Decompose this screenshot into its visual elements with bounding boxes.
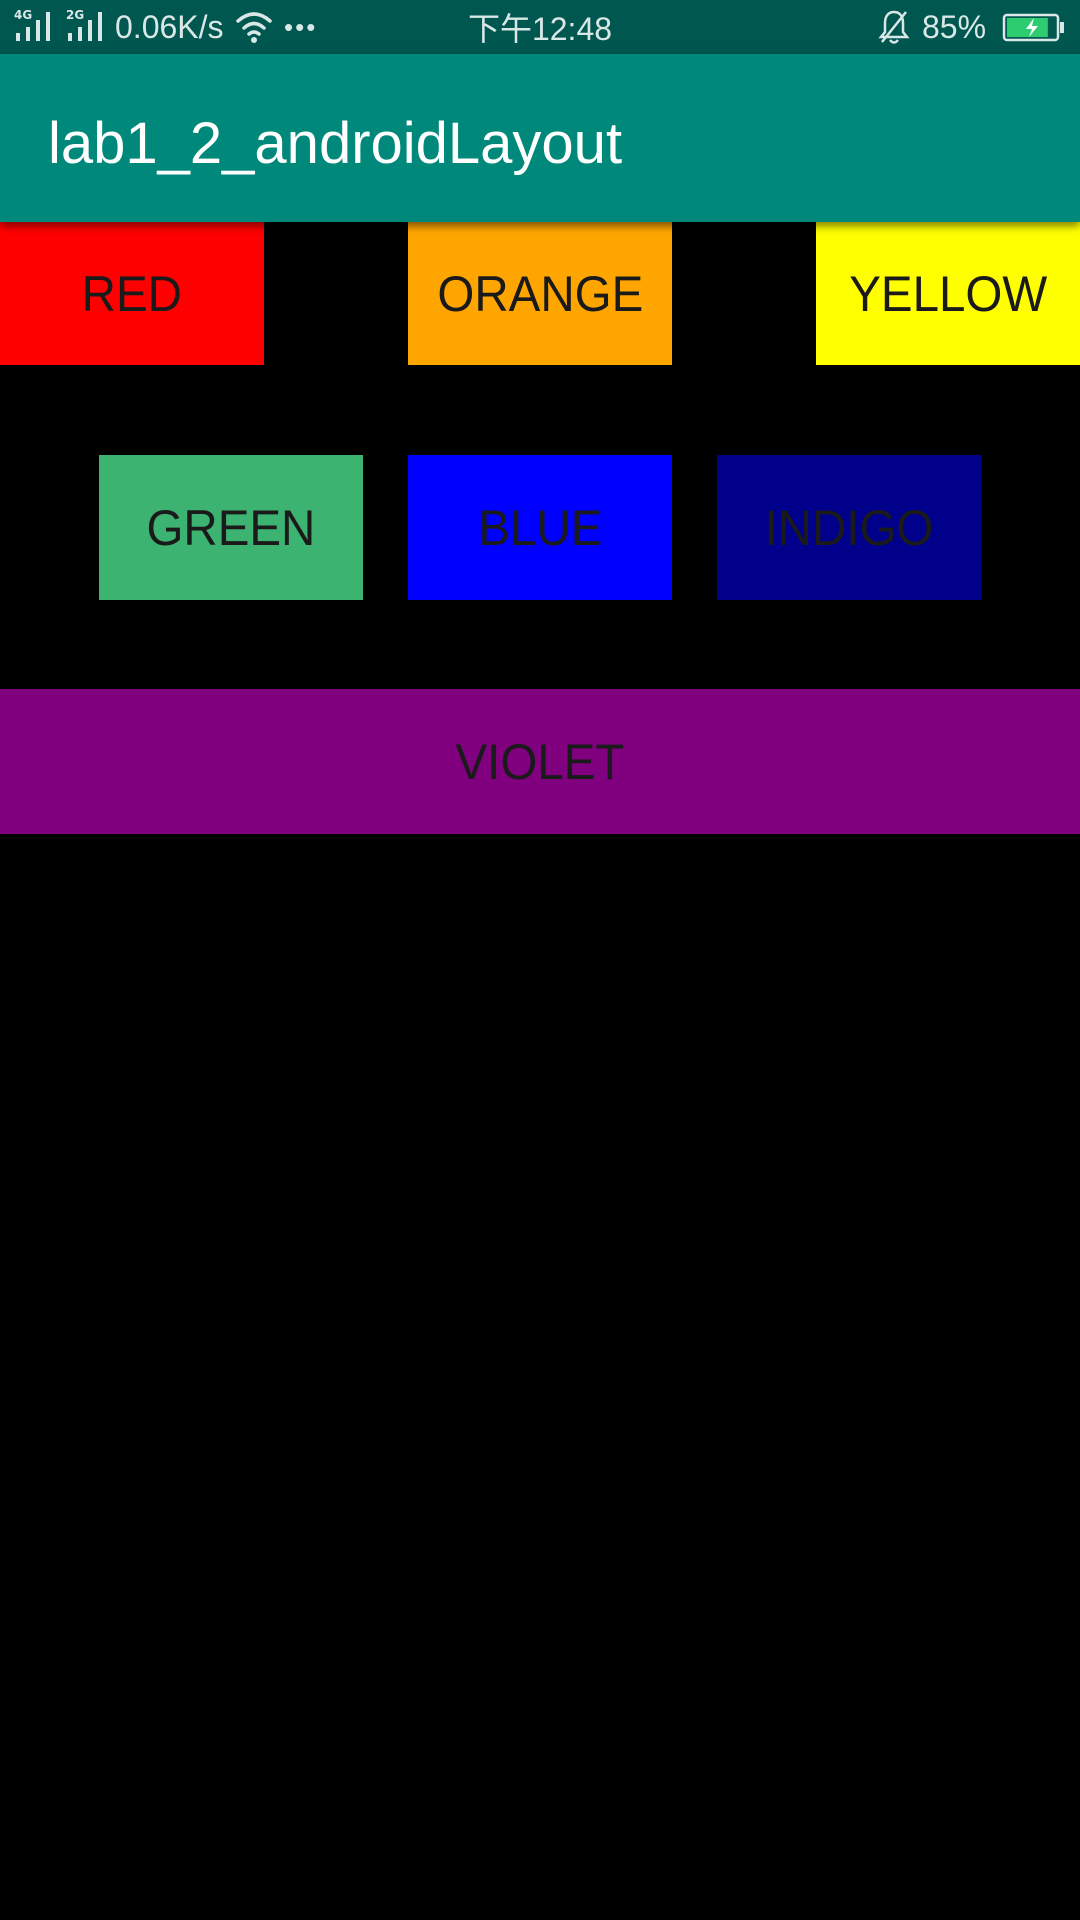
green-button-label: GREEN — [146, 499, 316, 556]
indigo-button-label: INDIGO — [764, 499, 934, 556]
orange-button-label: ORANGE — [437, 265, 643, 322]
screen: 4G 2G 0.06K/s ••• 下午12:48 85% lab1_2_and… — [0, 0, 1080, 1920]
network-type-label: 4G — [14, 8, 33, 22]
network-speed: 0.06K/s — [115, 8, 224, 45]
network-type-label: 2G — [66, 8, 85, 22]
clock: 下午12:48 — [467, 11, 613, 47]
bell-muted-icon — [876, 0, 912, 54]
battery-charging-icon — [1002, 0, 1066, 54]
violet-button[interactable]: VIOLET — [0, 689, 1080, 834]
yellow-button[interactable]: YELLOW — [816, 222, 1080, 365]
status-bar: 4G 2G 0.06K/s ••• 下午12:48 85% — [0, 0, 1080, 54]
blue-button-label: BLUE — [477, 499, 603, 556]
signal-4g-icon: 4G — [14, 0, 56, 54]
red-button[interactable]: RED — [0, 222, 264, 365]
violet-button-label: VIOLET — [455, 733, 625, 790]
green-button[interactable]: GREEN — [99, 455, 363, 600]
orange-button[interactable]: ORANGE — [408, 222, 672, 365]
yellow-button-label: YELLOW — [849, 265, 1047, 322]
app-bar: lab1_2_androidLayout — [0, 54, 1080, 222]
battery-percent: 85% — [922, 8, 987, 45]
more-notifications-icon: ••• — [284, 11, 318, 42]
indigo-button[interactable]: INDIGO — [717, 455, 981, 600]
red-button-label: RED — [81, 265, 183, 322]
wifi-icon — [234, 0, 274, 54]
app-title: lab1_2_androidLayout — [48, 111, 623, 176]
blue-button[interactable]: BLUE — [408, 455, 672, 600]
signal-2g-icon: 2G — [66, 0, 108, 54]
